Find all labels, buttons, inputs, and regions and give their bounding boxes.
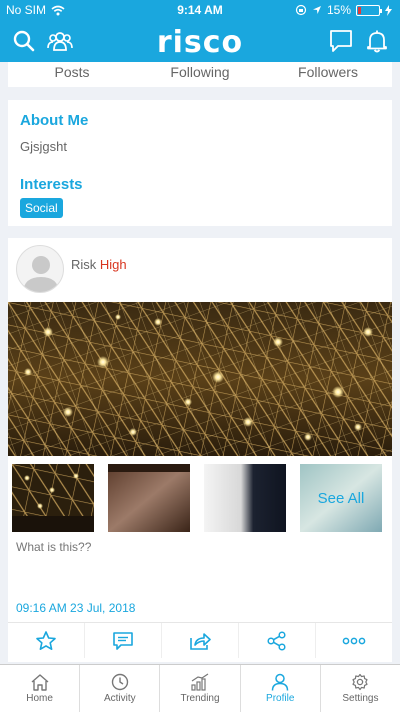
thumbnail-2[interactable] <box>108 464 190 532</box>
status-right: 15% <box>295 3 392 17</box>
tab-label: Settings <box>342 693 379 704</box>
about-card: About Me Gjsjgsht Interests Social <box>8 100 392 226</box>
post-caption: What is this?? <box>16 540 92 554</box>
post-actions <box>8 622 392 658</box>
forward-button[interactable] <box>162 623 239 658</box>
more-icon <box>342 637 366 644</box>
battery-icon <box>356 4 382 16</box>
post-thumbnails: See All <box>12 464 388 532</box>
risk-indicator: Risk High <box>71 257 127 272</box>
status-bar: No SIM 9:14 AM 15% <box>0 0 400 20</box>
post-timestamp: 09:16 AM 23 Jul, 2018 <box>16 601 136 615</box>
post-card: Risk High See All What is this?? 09:16 A… <box>8 238 392 662</box>
interests-heading: Interests <box>20 176 83 193</box>
risk-label: Risk <box>71 257 97 272</box>
thumbnail-3[interactable] <box>204 464 286 532</box>
about-heading: About Me <box>20 112 89 129</box>
about-bio: Gjsjgsht <box>20 139 67 154</box>
share-forward-icon <box>190 632 211 650</box>
location-icon <box>312 6 321 14</box>
tab-label: Activity <box>103 693 136 704</box>
tab-trending[interactable]: Trending <box>160 665 241 712</box>
profile-icon <box>271 673 289 691</box>
bottom-tab-bar: Home Activity Trending Profile Settings <box>0 664 400 712</box>
favorite-button[interactable] <box>8 623 85 658</box>
more-button[interactable] <box>316 623 392 658</box>
avatar-placeholder-icon <box>23 256 59 292</box>
home-icon <box>31 674 49 691</box>
thumbnail-1[interactable] <box>12 464 94 532</box>
tab-label: Profile <box>266 693 295 704</box>
tab-settings[interactable]: Settings <box>321 665 400 712</box>
gear-icon <box>352 673 369 691</box>
clock-icon <box>111 673 128 691</box>
charging-icon <box>385 4 392 16</box>
tab-activity[interactable]: Activity <box>80 665 161 712</box>
tab-profile[interactable]: Profile <box>241 665 321 712</box>
comment-button[interactable] <box>85 623 162 658</box>
share-button[interactable] <box>239 623 316 658</box>
following-stat[interactable]: Following <box>136 62 264 87</box>
posts-stat[interactable]: Posts <box>8 62 136 87</box>
share-icon <box>267 630 286 651</box>
followers-stat[interactable]: Followers <box>264 62 392 87</box>
risk-level: High <box>99 257 127 272</box>
bell-icon[interactable] <box>364 28 390 54</box>
battery-percent: 15% <box>326 3 351 17</box>
rotation-lock-icon <box>295 4 307 16</box>
avatar[interactable] <box>16 245 64 293</box>
app-header: risco <box>0 20 400 62</box>
tab-label: Home <box>26 693 53 704</box>
chat-icon[interactable] <box>328 28 354 54</box>
tab-label: Trending <box>180 693 220 704</box>
profile-stats: Posts Following Followers <box>8 62 392 87</box>
battery-fill <box>358 6 361 14</box>
see-all-link[interactable]: See All <box>300 464 382 532</box>
tab-home[interactable]: Home <box>0 665 81 712</box>
interest-tag[interactable]: Social <box>20 198 63 218</box>
comment-icon <box>113 631 133 650</box>
trending-icon <box>191 673 209 691</box>
star-icon <box>36 630 56 650</box>
post-main-image[interactable] <box>8 302 392 456</box>
